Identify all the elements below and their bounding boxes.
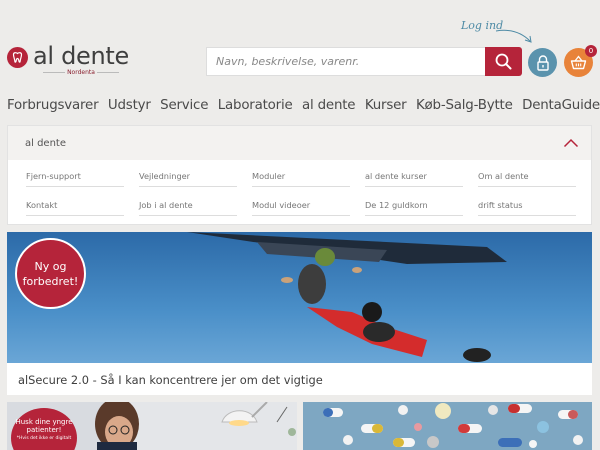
brand-name: al dente	[33, 42, 129, 70]
basket-icon	[570, 55, 587, 70]
dropdown-title: al dente	[25, 137, 66, 149]
brand-logo[interactable]: al dente Nordenta	[7, 42, 129, 76]
search-icon	[495, 53, 512, 70]
promo-card-patients[interactable]: Husk dine yngre patienter! *Hvis det ikk…	[7, 402, 297, 450]
dropdown-link[interactable]: Kontakt	[26, 200, 124, 216]
search-button[interactable]	[485, 47, 522, 76]
lock-icon	[536, 54, 549, 71]
dropdown-link[interactable]: Job i al dente	[139, 200, 237, 216]
dropdown-link[interactable]: al dente kurser	[365, 171, 463, 187]
hero-image	[7, 232, 592, 363]
dropdown-link[interactable]: drift status	[478, 200, 576, 216]
main-nav: Forbrugsvarer Udstyr Service Laboratorie…	[7, 98, 600, 113]
badge-line-2: patienter!	[26, 426, 62, 434]
dropdown-link[interactable]: Om al dente	[478, 171, 576, 187]
brand-sub: Nordenta	[67, 69, 95, 76]
badge-line-1: Husk dine yngre	[15, 418, 73, 426]
nav-udstyr[interactable]: Udstyr	[108, 98, 151, 113]
tooth-logo-icon	[7, 47, 28, 68]
dropdown-link[interactable]: Modul videoer	[252, 200, 350, 216]
nav-laboratorie[interactable]: Laboratorie	[218, 98, 293, 113]
login-button[interactable]	[528, 48, 557, 77]
nav-al-dente[interactable]: al dente	[302, 98, 355, 113]
dropdown-link[interactable]: Moduler	[252, 171, 350, 187]
search-input[interactable]	[206, 47, 485, 76]
dropdown-link[interactable]: Vejledninger	[139, 171, 237, 187]
cart-count-badge: 0	[585, 45, 597, 57]
nav-service[interactable]: Service	[160, 98, 208, 113]
badge-line-2: forbedret!	[22, 274, 79, 288]
nav-koeb-salg-bytte[interactable]: Køb-Salg-Bytte	[416, 98, 513, 113]
dropdown-header[interactable]: al dente	[8, 126, 591, 160]
al-dente-dropdown: al dente Fjern-support Vejledninger Modu…	[7, 125, 592, 225]
hero-banner[interactable]: Ny og forbedret! alSecure 2.0 - Så I kan…	[7, 232, 592, 395]
search-bar	[206, 47, 522, 76]
dropdown-link[interactable]: De 12 guldkorn	[365, 200, 463, 216]
nav-forbrugsvarer[interactable]: Forbrugsvarer	[7, 98, 99, 113]
hero-caption[interactable]: alSecure 2.0 - Så I kan koncentrere jer …	[18, 373, 323, 387]
dropdown-link[interactable]: Fjern-support	[26, 171, 124, 187]
new-badge: Ny og forbedret!	[15, 238, 86, 309]
badge-line-1: Ny og	[34, 259, 67, 273]
arrow-icon	[495, 29, 532, 43]
promo-card-pills[interactable]	[303, 402, 592, 450]
chevron-up-icon[interactable]	[563, 138, 579, 148]
nav-dentaguiden[interactable]: DentaGuiden	[522, 98, 600, 113]
pills-image	[303, 402, 592, 450]
badge-line-3: *Hvis det ikke er digitalt	[16, 436, 72, 441]
nav-kurser[interactable]: Kurser	[365, 98, 407, 113]
